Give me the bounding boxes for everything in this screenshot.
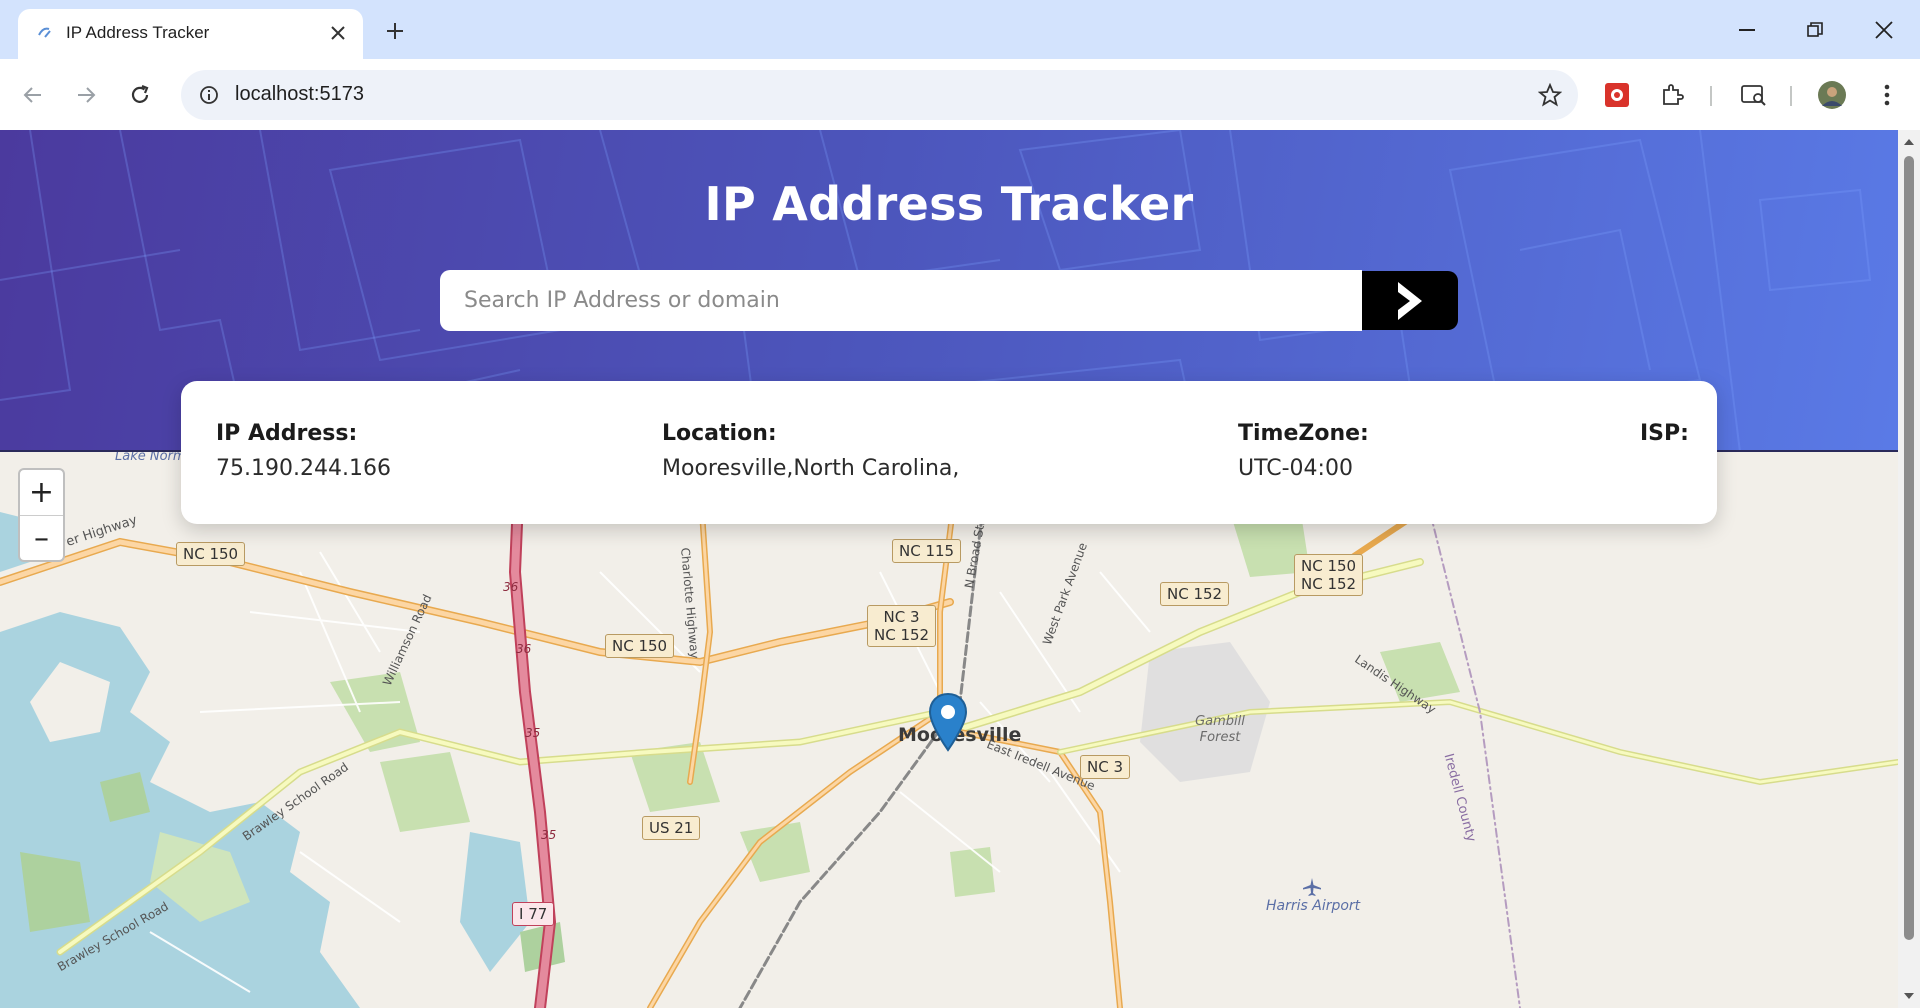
toolbar-divider xyxy=(1710,86,1712,106)
bookmark-star-icon[interactable] xyxy=(1534,79,1566,111)
timezone-label: TimeZone: xyxy=(1238,421,1369,446)
page-viewport: IP Address Tracker IP Address: 75.190.24… xyxy=(0,130,1898,1008)
location-label: Location: xyxy=(662,421,777,446)
browser-menu-icon[interactable] xyxy=(1868,76,1906,114)
map-label-gambill-forest: Gambill Forest xyxy=(1195,714,1245,745)
route-shield-line: NC 150 xyxy=(1301,557,1357,575)
route-shield-nc150-nc152: NC 150 NC 152 xyxy=(1294,554,1364,596)
zoom-control: + – xyxy=(18,468,65,562)
page-scrollbar[interactable] xyxy=(1898,130,1920,1008)
tab-search-icon[interactable] xyxy=(1735,76,1773,114)
site-info-icon[interactable] xyxy=(193,79,225,111)
route-shield-line: NC 3 xyxy=(883,608,920,626)
reload-icon[interactable] xyxy=(121,76,159,114)
tab-title: IP Address Tracker xyxy=(66,23,210,42)
profile-avatar[interactable] xyxy=(1813,76,1851,114)
scroll-up-icon[interactable] xyxy=(1903,138,1915,146)
timezone-value: UTC-04:00 xyxy=(1238,456,1353,481)
extensions-puzzle-icon[interactable] xyxy=(1653,76,1691,114)
forward-icon[interactable] xyxy=(67,76,105,114)
browser-toolbar: localhost:5173 xyxy=(0,59,1920,130)
extension-app-icon[interactable] xyxy=(1598,76,1636,114)
exit-label: 35 xyxy=(525,726,541,740)
url-text: localhost:5173 xyxy=(235,83,364,105)
timezone-field: TimeZone: UTC-04:00 xyxy=(1238,421,1369,481)
scroll-down-icon[interactable] xyxy=(1903,992,1915,1000)
page-title: IP Address Tracker xyxy=(704,177,1194,231)
tab-strip: IP Address Tracker xyxy=(0,0,1920,59)
route-shield-nc152-east: NC 152 xyxy=(1160,582,1230,606)
new-tab-icon[interactable] xyxy=(380,16,410,46)
route-shield-us21: US 21 xyxy=(642,816,701,840)
zoom-out-button[interactable]: – xyxy=(20,515,63,560)
exit-label: 35 xyxy=(541,828,557,842)
route-shield-nc3-south: NC 3 xyxy=(1080,755,1131,779)
location-value: Mooresville,North Carolina, xyxy=(662,456,960,481)
route-shield-nc115: NC 115 xyxy=(892,539,962,563)
route-shield-line: NC 152 xyxy=(874,626,930,644)
airport-icon xyxy=(1303,878,1321,896)
favicon-icon xyxy=(35,23,55,43)
isp-label: ISP: xyxy=(1640,421,1689,446)
close-tab-icon[interactable] xyxy=(325,20,351,46)
chevron-right-icon xyxy=(1398,281,1422,320)
route-shield-nc150-mid: NC 150 xyxy=(605,634,675,658)
exit-label: 36 xyxy=(503,580,519,594)
route-shield-nc3-nc152: NC 3 NC 152 xyxy=(867,605,937,647)
ip-info-card: IP Address: 75.190.244.166 Location: Moo… xyxy=(181,381,1717,524)
map-label-harris-airport: Harris Airport xyxy=(1266,898,1361,914)
location-field: Location: Mooresville,North Carolina, xyxy=(662,421,959,481)
route-shield-i77: I 77 xyxy=(512,902,555,926)
search-input[interactable] xyxy=(440,270,1362,331)
zoom-in-button[interactable]: + xyxy=(20,470,63,515)
search-submit-button[interactable] xyxy=(1362,271,1458,330)
restore-icon[interactable] xyxy=(1781,0,1849,59)
ip-address-field: IP Address: 75.190.244.166 xyxy=(216,421,391,481)
exit-label: 36 xyxy=(516,642,532,656)
route-shield-line: NC 152 xyxy=(1301,575,1357,593)
isp-field: ISP: xyxy=(1640,421,1689,456)
scrollbar-thumb[interactable] xyxy=(1904,156,1914,940)
address-bar[interactable]: localhost:5173 xyxy=(181,70,1578,120)
ip-address-value: 75.190.244.166 xyxy=(216,456,391,481)
toolbar-divider xyxy=(1790,86,1792,106)
location-marker-icon[interactable] xyxy=(928,692,968,752)
route-shield-nc150-west: NC 150 xyxy=(176,542,246,566)
browser-tab[interactable]: IP Address Tracker xyxy=(18,9,363,59)
close-window-icon[interactable] xyxy=(1850,0,1918,59)
minimize-icon[interactable] xyxy=(1713,0,1781,59)
ip-address-label: IP Address: xyxy=(216,421,358,446)
back-icon[interactable] xyxy=(14,76,52,114)
